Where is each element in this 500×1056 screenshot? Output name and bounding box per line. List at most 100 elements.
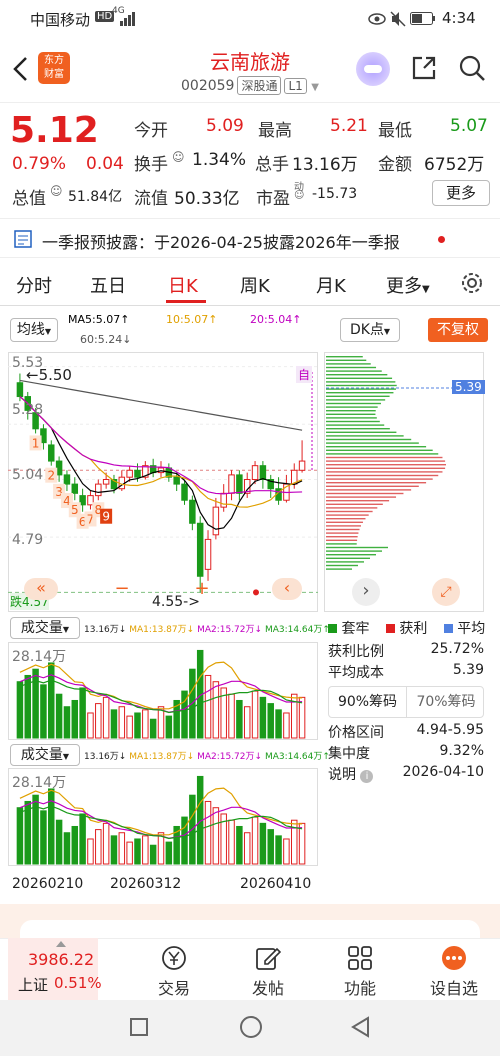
high-marker: ←5.50 [26, 366, 72, 384]
chip-bar [326, 521, 363, 523]
expand-up-icon[interactable] [56, 941, 66, 947]
volume1-ymax: 28.14万 [12, 649, 67, 665]
amount-label: 金额 [378, 155, 412, 175]
change-pct: 0.79% [12, 154, 67, 174]
recent-apps-icon[interactable] [130, 1018, 148, 1036]
stock-code: 002059 [181, 78, 235, 94]
eye-icon [368, 13, 386, 25]
tab-more-label: 更多 [386, 276, 422, 297]
ma-selector[interactable]: 均线▼ [10, 318, 58, 342]
volume-bar [157, 706, 165, 739]
nav-trade[interactable]: 交易 [134, 945, 214, 999]
note-label[interactable]: 说明 i [328, 764, 374, 784]
battery-icon [410, 12, 435, 25]
candle-body [134, 469, 141, 478]
volume-selector-2-label: 成交量 [20, 747, 63, 763]
share-icon[interactable] [410, 54, 438, 82]
chip-bar [326, 377, 393, 379]
caret-down-icon: ▼ [383, 327, 391, 336]
chip-bar [326, 478, 433, 480]
volume-bar [63, 832, 71, 865]
notice-bar[interactable]: 一季报预披露：于2026-04-25披露2026年一季报 [0, 218, 500, 258]
vol2-ma2: MA2:15.72万↓ [197, 752, 263, 762]
volume-bar [236, 699, 243, 739]
home-icon[interactable] [240, 1016, 262, 1038]
tab-monthly-k[interactable]: 月K [316, 272, 346, 298]
caret-down-icon: ▼ [44, 327, 52, 336]
more-dots-icon [442, 946, 466, 970]
chip-bar [326, 554, 376, 556]
volume-bar [126, 841, 133, 865]
nav-post[interactable]: 发帖 [228, 945, 308, 999]
scroll-left-button[interactable]: ‹ [272, 578, 302, 600]
vol1-ma2: MA2:15.72万↓ [197, 625, 263, 635]
tab-five-day[interactable]: 五日 [90, 272, 126, 298]
tab-chip-90[interactable]: 90%筹码 [329, 687, 407, 717]
expand-icon[interactable]: ⤢ [432, 578, 460, 606]
ma5-legend: MA5:5.07↑ [68, 313, 130, 326]
tab-weekly-k[interactable]: 周K [240, 272, 270, 298]
settings-gear-icon[interactable] [460, 271, 484, 295]
event-dot [253, 589, 259, 596]
chip-bar [326, 356, 363, 358]
nav-add-watchlist-label: 设自选 [429, 979, 478, 998]
chip-bar [326, 424, 385, 426]
chip-next-button[interactable]: › [352, 578, 380, 606]
volume-value: 13.16万 [292, 155, 358, 175]
zoom-out-button[interactable]: − [110, 578, 134, 600]
chevron-down-icon[interactable]: ▼ [311, 82, 319, 93]
tab-chip-70[interactable]: 70%筹码 [407, 687, 485, 717]
zoom-in-button[interactable]: + [190, 578, 214, 600]
candle-body [259, 465, 267, 480]
system-nav-bar [0, 1000, 500, 1056]
index-quote[interactable]: 3986.22 上证 0.51% [8, 938, 102, 1000]
tab-more[interactable]: 更多▼ [386, 272, 430, 298]
chip-bar [326, 431, 397, 433]
info-icon[interactable]: i [360, 770, 374, 783]
back-icon[interactable] [350, 1016, 370, 1038]
volume-bar [32, 668, 39, 739]
volume-bar [134, 838, 141, 865]
index-name: 上证 [18, 976, 49, 994]
chip-bar [326, 496, 397, 498]
restore-button[interactable]: 不复权 [428, 318, 488, 342]
candle-body [189, 499, 196, 524]
kline-chart[interactable]: 123456 78 9 [8, 352, 318, 612]
volume-label: 总手 [255, 155, 289, 175]
chip-bar [326, 442, 419, 444]
note-date: 2026-04-10 [402, 764, 484, 780]
candle-body [126, 469, 133, 478]
search-icon[interactable] [458, 54, 486, 82]
y-label-mid2: 5.04 [12, 467, 44, 483]
chip-bar [326, 539, 358, 541]
nav-add-watchlist[interactable]: 设自选 [414, 945, 494, 999]
volume-bar [87, 712, 94, 739]
volume-bar [204, 674, 212, 739]
scroll-left-fast-button[interactable]: « [24, 578, 58, 600]
chip-bar [326, 507, 378, 509]
volume-bar [110, 835, 118, 865]
header: 东方 财富 云南旅游 002059 深股通 L1 ▼ [0, 38, 500, 102]
volume-bar [134, 712, 141, 739]
chip-bar [326, 492, 404, 495]
date-start: 20260210 [12, 876, 84, 892]
caret-down-icon: ▼ [62, 625, 70, 634]
unread-dot [438, 236, 445, 243]
volume-selector-1[interactable]: 成交量▼ [10, 617, 80, 639]
volume-bar [118, 832, 126, 865]
volume-legend-2: 13.16万↓ MA1:13.87万↓ MA2:15.72万↓ MA3:14.6… [84, 749, 330, 762]
chip-bar [326, 514, 369, 516]
ma20-legend: 20:5.04↑ [250, 313, 302, 326]
tab-intraday[interactable]: 分时 [16, 272, 52, 298]
dk-selector[interactable]: DK点▼ [340, 318, 400, 342]
assistant-avatar-icon[interactable] [356, 52, 390, 86]
signal-number: 9 [102, 510, 110, 524]
volume-bar [126, 715, 133, 739]
nav-functions[interactable]: 功能 [320, 945, 400, 999]
volume-selector-2[interactable]: 成交量▼ [10, 744, 80, 766]
volume-bar [259, 696, 267, 739]
more-button[interactable]: 更多 [432, 180, 490, 206]
candle-body [212, 506, 220, 536]
chip-bar [326, 482, 427, 484]
tab-daily-k[interactable]: 日K [168, 272, 198, 298]
